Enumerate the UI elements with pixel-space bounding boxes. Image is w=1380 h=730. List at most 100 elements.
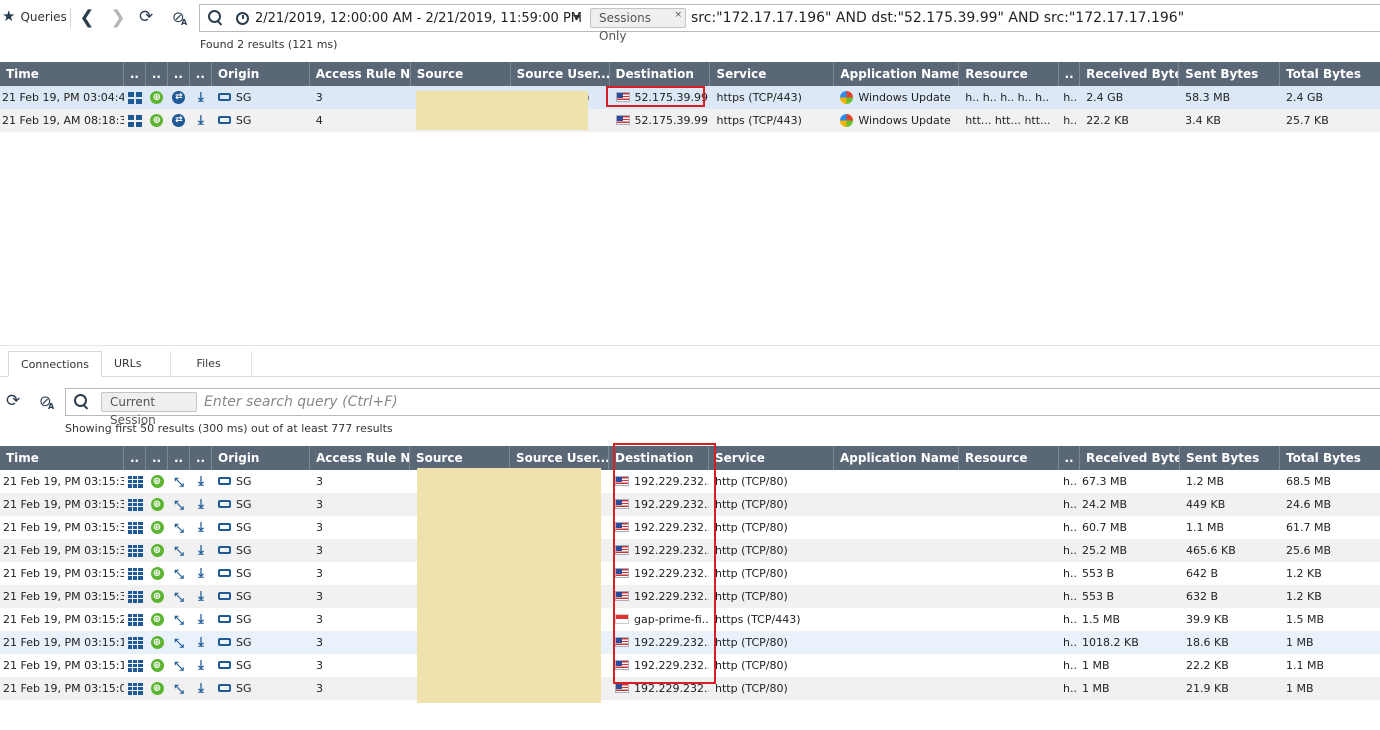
col-sent-bytes[interactable]: Sent Bytes [1180,446,1280,470]
flag-us-icon [615,115,630,125]
globe-icon: ⊕ [146,516,168,539]
query-search-bar[interactable]: 2/21/2019, 12:00:00 AM - 2/21/2019, 11:5… [199,4,1380,43]
gateway-icon [218,661,231,669]
table-row[interactable]: 21 Feb 19, AM 08:18:36 ⊕ ⇄ ⤓ SG 4 52.175… [0,109,1380,132]
col-application[interactable]: Application Name [834,446,959,470]
cell-resource [959,585,1059,608]
cell-total: 25.6 MB [1286,544,1332,557]
search-icon[interactable] [208,10,224,26]
cell-total: 1.1 MB [1286,659,1325,672]
arrow-right-icon: ❯ [110,7,126,28]
cell-total: 61.7 MB [1286,521,1332,534]
time-range-selector[interactable]: 2/21/2019, 12:00:00 AM - 2/21/2019, 11:5… [255,11,582,26]
connection-node-icon: ⤡ [174,566,184,581]
col-application[interactable]: Application Name [834,62,960,86]
clock-icon[interactable] [236,12,249,25]
cell-rule: 3 [316,567,323,580]
query-input[interactable]: src:"172.17.17.196" AND dst:"52.175.39.9… [691,10,1184,26]
col-origin[interactable]: Origin [212,62,310,86]
cell-time: 21 Feb 19, PM 03:15:17 [3,636,124,649]
tab-urls[interactable]: URLs [102,351,171,377]
col-time[interactable]: Time [0,62,124,86]
cell-extra: h.. [1063,475,1077,488]
cell-sent: 1.1 MB [1186,521,1225,534]
col-sent-bytes[interactable]: Sent Bytes [1179,62,1281,86]
tab-connections[interactable]: Connections [8,351,102,377]
clear-filter-icon[interactable]: ⊘ A [39,394,54,411]
connections-search-bar[interactable]: Current Session Enter search query (Ctrl… [65,388,1380,427]
cell-received: 24.2 MB [1082,498,1128,511]
col-access-rule[interactable]: Access Rule N... [310,446,410,470]
col-total-bytes[interactable]: Total Bytes [1280,446,1380,470]
cell-service: http (TCP/80) [715,544,788,557]
col-icon-3[interactable]: .. [168,62,190,86]
current-session-chip[interactable]: Current Session [101,392,197,427]
connections-search-input[interactable]: Enter search query (Ctrl+F) [204,394,398,410]
download-icon: ⤓ [198,681,204,696]
sessions-only-chip[interactable]: Sessions Only × [590,6,686,43]
col-icon-4[interactable]: .. [190,446,212,470]
col-total-bytes[interactable]: Total Bytes [1280,62,1380,86]
col-icon-4[interactable]: .. [190,62,212,86]
cell-service: http (TCP/80) [715,498,788,511]
cell-origin: SG [212,631,310,654]
col-service[interactable]: Service [709,446,834,470]
col-icon-1[interactable]: .. [124,62,146,86]
cell-extra: h.. [1063,544,1077,557]
origin-value: SG [236,475,252,488]
col-source[interactable]: Source [410,446,510,470]
close-icon[interactable]: × [674,6,682,24]
gateway-icon [218,684,231,692]
redacted-area [416,91,588,130]
refresh-icon[interactable]: ⟳ [139,9,153,26]
col-icon-1[interactable]: .. [124,446,146,470]
globe-icon: ⊕ [146,677,168,700]
col-access-rule[interactable]: Access Rule N... [310,62,411,86]
col-icon-2[interactable]: .. [146,446,168,470]
origin-value: SG [236,636,252,649]
cell-origin: SG [212,585,310,608]
cell-time: 21 Feb 19, PM 03:15:35 [3,498,124,511]
col-resource[interactable]: Resource [959,62,1060,86]
cell-origin: SG [212,608,310,631]
origin-value: SG [236,544,252,557]
col-received-bytes[interactable]: Received Bytes [1080,62,1180,86]
cell-total: 24.6 MB [1286,498,1332,511]
col-resource[interactable]: Resource [959,446,1059,470]
origin-value: SG [236,613,252,626]
refresh-icon[interactable]: ⟳ [6,393,20,410]
cell-application: Windows Update [834,86,959,109]
cell-sent: 632 B [1186,590,1219,603]
col-source[interactable]: Source [411,62,511,86]
queries-button[interactable]: ★ Queries [2,9,67,24]
cell-application [834,470,959,493]
col-icon-2[interactable]: .. [146,62,168,86]
gateway-icon [218,592,231,600]
cell-resource: htt... htt... htt... [965,114,1051,127]
cell-total: 68.5 MB [1286,475,1332,488]
grid-icon [124,654,146,677]
origin-value: SG [236,521,252,534]
col-service[interactable]: Service [710,62,835,86]
col-source-user[interactable]: Source User... [511,62,610,86]
grid-icon [124,585,146,608]
forward-button[interactable]: ❯ [108,7,128,29]
download-icon: ⤓ [198,589,204,604]
cell-extra: h.. [1063,613,1077,626]
col-destination[interactable]: Destination [610,62,711,86]
clear-filter-icon[interactable]: ⊘ A [172,10,187,27]
pane-divider[interactable] [0,345,1380,346]
col-icon-5[interactable]: .. [1059,62,1081,86]
tab-files[interactable]: Files [171,351,252,377]
search-icon[interactable] [74,394,90,410]
cell-sent: 18.6 KB [1186,636,1229,649]
col-received-bytes[interactable]: Received Bytes [1080,446,1180,470]
col-icon-3[interactable]: .. [168,446,190,470]
gateway-icon [218,615,231,623]
col-source-user[interactable]: Source User... [510,446,609,470]
back-button[interactable]: ❮ [77,7,97,29]
col-time[interactable]: Time [0,446,124,470]
chevron-down-icon[interactable] [573,15,581,20]
col-origin[interactable]: Origin [212,446,310,470]
col-icon-5[interactable]: .. [1059,446,1080,470]
